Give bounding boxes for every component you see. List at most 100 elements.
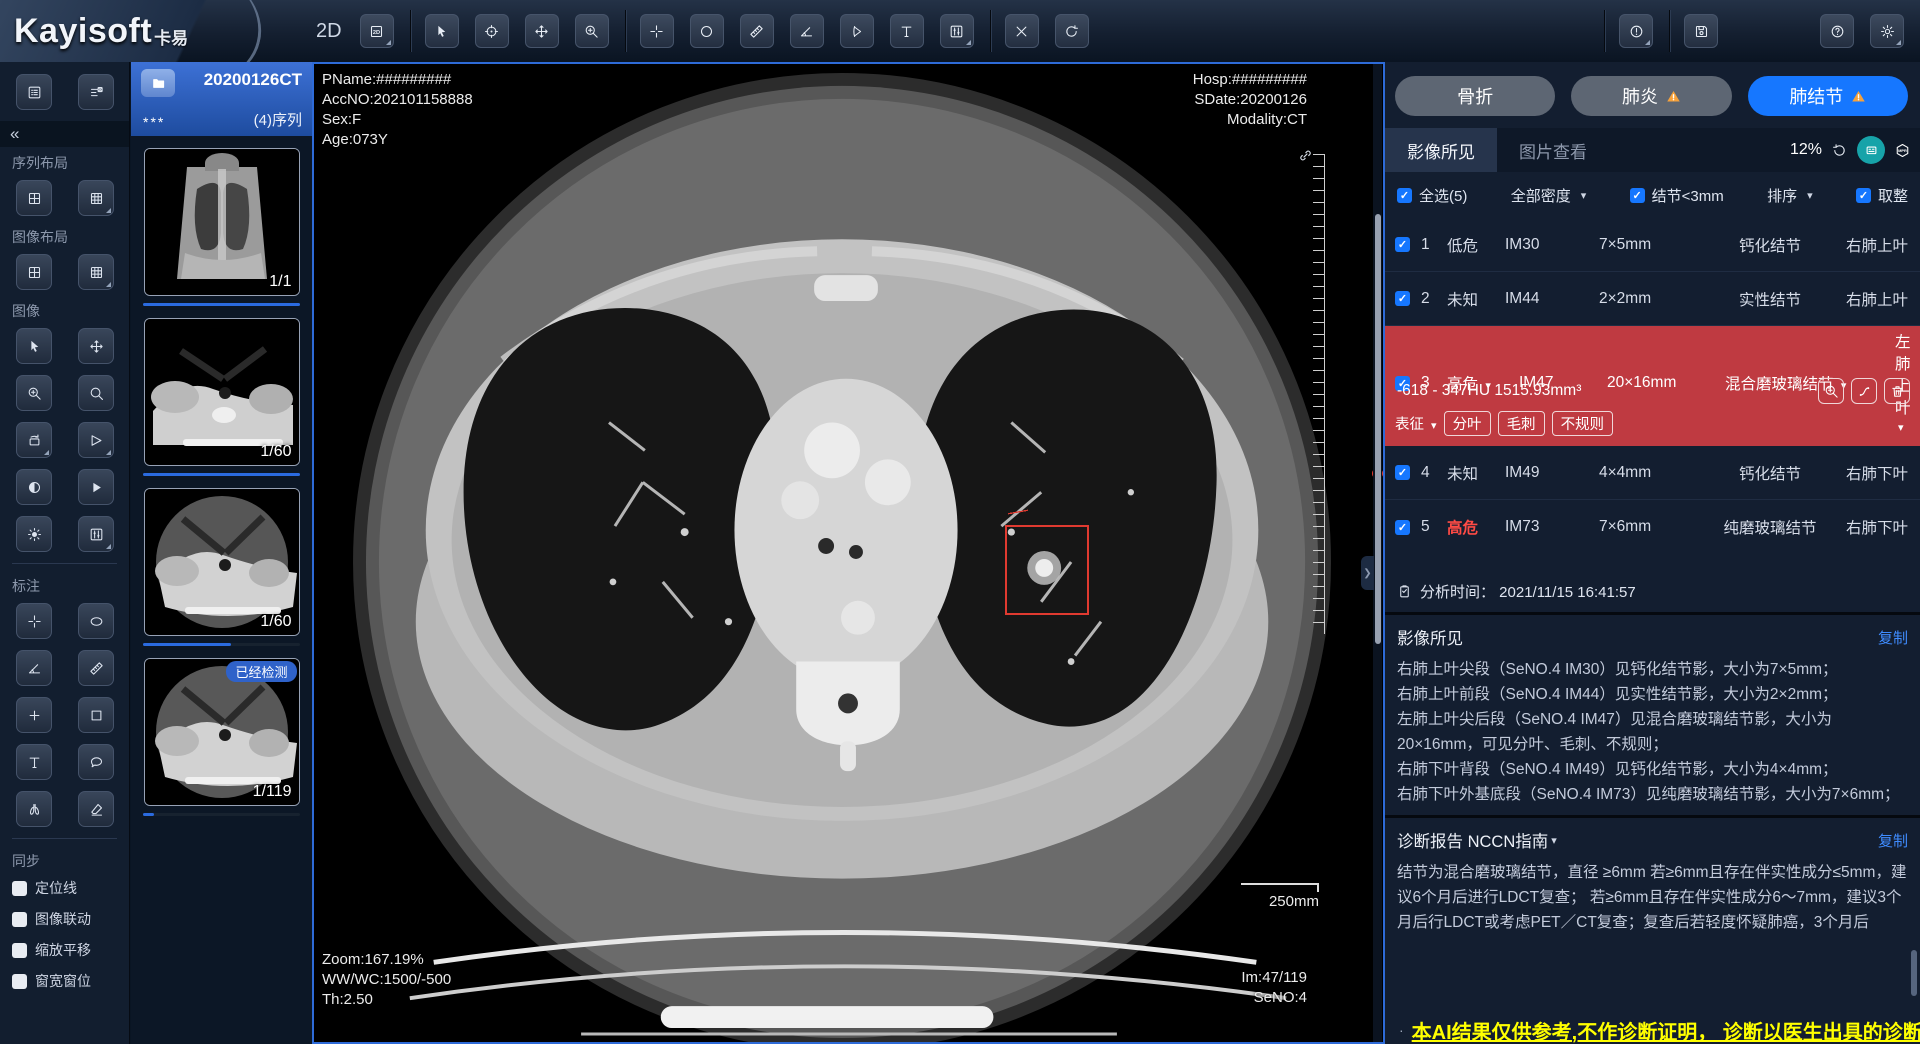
density-filter[interactable]: 全部密度 <box>1511 185 1571 206</box>
close-panel-button[interactable] <box>78 74 114 110</box>
ct-viewport[interactable]: PName:######### AccNO:202101158888 Sex:F… <box>312 62 1385 1044</box>
feature-chip[interactable]: 毛刺 <box>1498 411 1545 436</box>
round-label[interactable]: 取整 <box>1878 185 1908 206</box>
text-annotate-button[interactable] <box>16 744 52 780</box>
locate-tool-button[interactable] <box>475 14 509 48</box>
rect-annotate-button[interactable] <box>78 697 114 733</box>
alert-info-button[interactable] <box>1619 14 1653 48</box>
tab-fracture[interactable]: 骨折 <box>1395 76 1555 116</box>
small-nodule-label[interactable]: 结节<3mm <box>1652 185 1724 206</box>
feedback-button[interactable] <box>1857 136 1885 164</box>
series-thumbnail-ct[interactable]: 1/60 <box>144 488 300 636</box>
sidebar-collapse[interactable]: « <box>0 121 129 147</box>
sync-option-zoom-pan[interactable]: 缩放平移 <box>0 940 129 960</box>
crosshair-annotate-button[interactable] <box>640 14 674 48</box>
link-icon[interactable] <box>1298 148 1313 163</box>
nodule-row-selected[interactable]: ✓ 3 高危 ▾ IM47 20×16mm 混合磨玻璃结节 ▾ 左肺上叶 ▾ -… <box>1385 326 1920 446</box>
feature-chip[interactable]: 不规则 <box>1552 411 1614 436</box>
text-annotate-button[interactable] <box>890 14 924 48</box>
select-all-label[interactable]: 全选(5) <box>1419 185 1467 206</box>
series-layout-3x3-button[interactable] <box>78 180 114 216</box>
magnify-tool-button[interactable] <box>78 375 114 411</box>
lung-segment-button[interactable] <box>16 791 52 827</box>
sync-option-localizer[interactable]: 定位线 <box>0 878 129 898</box>
window-level-button[interactable] <box>940 14 974 48</box>
reset-view-button[interactable] <box>1055 14 1089 48</box>
tab-pneumonia[interactable]: 肺炎 <box>1571 76 1731 116</box>
settings-button[interactable] <box>1870 14 1904 48</box>
layout-2d-button[interactable]: 2D <box>360 14 394 48</box>
chevron-down-icon[interactable]: ▾ <box>1551 834 1557 847</box>
nodule-checkbox[interactable]: ✓ <box>1395 237 1410 252</box>
rotate-tool-button[interactable] <box>16 422 52 458</box>
crosshair-annotate-button[interactable] <box>16 603 52 639</box>
mpr-button[interactable]: MPR <box>1895 143 1910 158</box>
delete-annotation-button[interactable] <box>1005 14 1039 48</box>
nodule-row[interactable]: ✓ 2 未知 IM44 2×2mm 实性结节 右肺上叶 <box>1385 272 1920 326</box>
point-annotate-button[interactable] <box>16 697 52 733</box>
magnify-nodule-button[interactable] <box>1818 378 1844 404</box>
copy-findings-link[interactable]: 复制 <box>1878 627 1908 648</box>
invert-tool-button[interactable] <box>16 469 52 505</box>
copy-report-link[interactable]: 复制 <box>1878 830 1908 851</box>
feature-dropdown[interactable]: 表征 ▾ <box>1395 413 1437 434</box>
series-thumbnail-ct-active[interactable]: 已经检测 1/119 <box>144 658 300 806</box>
refresh-button[interactable] <box>1832 143 1847 158</box>
nodule-row[interactable]: ✓ 1 低危 IM30 7×5mm 钙化结节 右肺上叶 <box>1385 218 1920 272</box>
panel-scrollbar-thumb[interactable] <box>1911 950 1917 996</box>
slice-scrollbar-thumb[interactable] <box>1375 214 1381 644</box>
series-layout-2x2-button[interactable] <box>16 180 52 216</box>
eraser-button[interactable] <box>78 791 114 827</box>
image-layout-3x3-button[interactable] <box>78 254 114 290</box>
ellipse-annotate-button[interactable] <box>78 603 114 639</box>
study-header[interactable]: 20200126CT *** (4)序列 <box>131 62 312 136</box>
pan-tool-button[interactable] <box>78 328 114 364</box>
delete-nodule-button[interactable] <box>1884 378 1910 404</box>
window-level-button[interactable] <box>78 516 114 552</box>
help-button[interactable] <box>1820 14 1854 48</box>
slice-scrollbar[interactable] <box>1373 64 1382 1042</box>
select-all-checkbox[interactable]: ✓ <box>1397 188 1412 203</box>
follow-up-button[interactable] <box>1851 378 1877 404</box>
sort-filter[interactable]: 排序 <box>1767 185 1797 206</box>
select-tool-button[interactable] <box>16 328 52 364</box>
tab-image-view[interactable]: 图片查看 <box>1497 128 1609 172</box>
nodule-roi-box[interactable] <box>1005 525 1089 615</box>
nodule-checkbox[interactable]: ✓ <box>1395 520 1410 535</box>
tab-findings[interactable]: 影像所见 <box>1385 128 1497 172</box>
pan-tool-button[interactable] <box>525 14 559 48</box>
brightness-button[interactable] <box>16 516 52 552</box>
cobb-angle-button[interactable] <box>840 14 874 48</box>
ellipse-annotate-button[interactable] <box>690 14 724 48</box>
series-thumbnail-ct[interactable]: 1/60 <box>144 318 300 466</box>
flip-tool-button[interactable] <box>78 422 114 458</box>
panel-expander-handle[interactable]: ❯ <box>1361 556 1374 590</box>
pointer-tool-button[interactable] <box>425 14 459 48</box>
ruler-annotate-button[interactable] <box>78 650 114 686</box>
round-checkbox[interactable]: ✓ <box>1856 188 1871 203</box>
sync-option-window[interactable]: 窗宽窗位 <box>0 971 129 991</box>
nodule-row[interactable]: ✓ 4 未知 IM49 4×4mm 钙化结节 右肺下叶 <box>1385 446 1920 500</box>
ruler-measure-button[interactable] <box>740 14 774 48</box>
angle-annotate-button[interactable] <box>16 650 52 686</box>
nodule-checkbox[interactable]: ✓ <box>1395 465 1410 480</box>
feature-chip[interactable]: 分叶 <box>1444 411 1491 436</box>
image-layout-2x2-button[interactable] <box>16 254 52 290</box>
checkbox-unchecked[interactable] <box>12 912 27 927</box>
series-thumbnail-scout[interactable]: 1/1 <box>144 148 300 296</box>
lasso-annotate-button[interactable] <box>78 744 114 780</box>
zoom-tool-button[interactable] <box>575 14 609 48</box>
tab-lung-nodule[interactable]: 肺结节 <box>1748 76 1908 116</box>
sync-option-image-link[interactable]: 图像联动 <box>0 909 129 929</box>
checkbox-unchecked[interactable] <box>12 943 27 958</box>
save-button[interactable] <box>1684 14 1718 48</box>
study-folder-button[interactable] <box>141 69 175 97</box>
nodule-checkbox[interactable]: ✓ <box>1395 291 1410 306</box>
nodule-row[interactable]: ✓ 5 高危 IM73 7×6mm 纯磨玻璃结节 右肺下叶 <box>1385 500 1920 554</box>
zoom-in-tool-button[interactable] <box>16 375 52 411</box>
small-nodule-checkbox[interactable]: ✓ <box>1630 188 1645 203</box>
cine-play-button[interactable] <box>78 469 114 505</box>
checkbox-unchecked[interactable] <box>12 974 27 989</box>
checkbox-unchecked[interactable] <box>12 881 27 896</box>
series-list-panel-button[interactable] <box>16 74 52 110</box>
